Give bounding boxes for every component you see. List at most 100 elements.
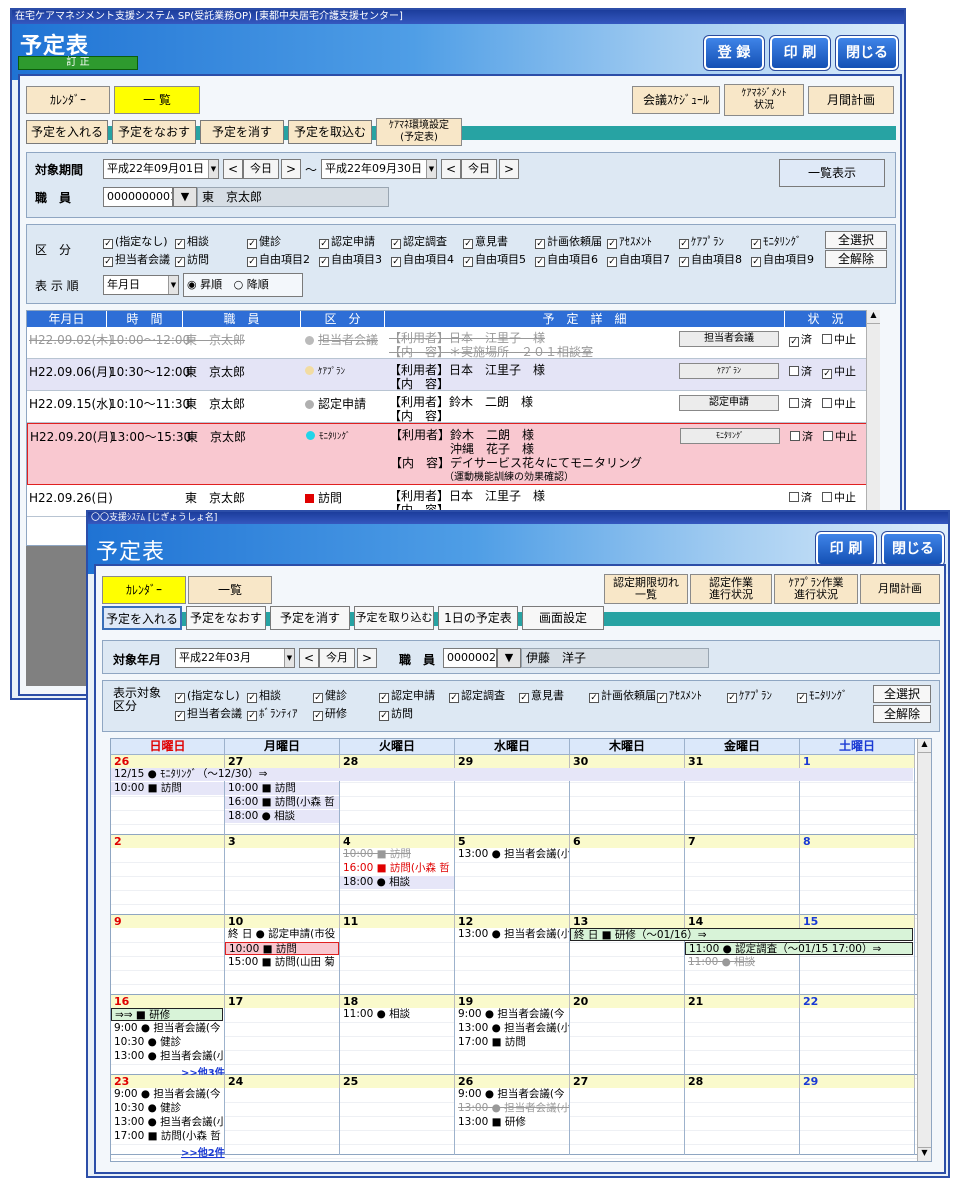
cancel-checkbox[interactable]: 中止 [822, 333, 856, 346]
calendar-scrollbar[interactable]: ▲ ▼ [917, 739, 931, 1161]
category-checkbox[interactable]: ✓ 自由項目7 [607, 251, 670, 267]
done-checkbox[interactable]: ✓ 済 [789, 333, 812, 347]
category-checkbox[interactable]: ✓ 自由項目5 [463, 251, 526, 267]
done-checkbox[interactable]: 済 [790, 430, 813, 443]
category-checkbox[interactable]: ✓ 計画依頼届 [535, 233, 602, 249]
import-schedule-button[interactable]: 予定を取り込む [354, 606, 434, 630]
clear-all-button[interactable]: 全解除 [825, 250, 887, 268]
calendar-event[interactable]: 17:00 ■ 訪問(小森 哲 [111, 1130, 224, 1143]
more-events-link[interactable]: >>他2件 [181, 1144, 225, 1159]
done-checkbox[interactable]: 済 [789, 365, 812, 378]
desc-radio[interactable]: ○ 降順 [234, 278, 269, 291]
month-select[interactable]: 平成22年03月 ▼ [175, 648, 295, 668]
print-button[interactable]: 印 刷 [769, 35, 831, 71]
done-checkbox[interactable]: 済 [789, 491, 812, 504]
close-button[interactable]: 閉じる [881, 531, 945, 567]
calendar-event[interactable]: 13:00 ● 担当者会議(小 [111, 1050, 224, 1063]
category-checkbox[interactable]: ✓ 自由項目8 [679, 251, 742, 267]
period-from-select[interactable]: 平成22年09月01日 ▼ [103, 159, 219, 179]
tab-calendar[interactable]: ｶﾚﾝﾀﾞｰ [102, 576, 186, 604]
category-checkbox[interactable]: ✓ 相談 [175, 233, 209, 249]
category-checkbox[interactable]: ✓ 自由項目9 [751, 251, 814, 267]
calendar-event[interactable]: 終 日 ● 認定申請(市役 [225, 928, 339, 941]
add-schedule-button[interactable]: 予定を入れる [26, 120, 108, 144]
category-checkbox[interactable]: ✓ 意見書 [463, 233, 508, 249]
calendar-event[interactable]: 13:00 ■ 研修 [455, 1116, 569, 1129]
tab-monthly-plan[interactable]: 月間計画 [860, 574, 940, 604]
multi-day-event[interactable]: 11:00 ● 認定調査（～01/15 17:00）⇒ [685, 942, 913, 955]
cancel-checkbox[interactable]: 中止 [822, 491, 856, 504]
category-detail-button[interactable]: 認定申請 [679, 395, 779, 411]
cancel-checkbox[interactable]: 中止 [822, 397, 856, 410]
table-row[interactable]: H22.09.06(月) 10:30～12:00 東 京太郎 ｹｱﾌﾟﾗﾝ 【利用者】日… [27, 359, 867, 391]
category-checkbox[interactable]: ✓ 意見書 [519, 687, 564, 703]
scroll-down-icon[interactable]: ▼ [918, 1147, 931, 1161]
calendar-event[interactable]: 13:00 ● 担当者会議(小 [455, 1022, 569, 1035]
table-row[interactable]: H22.09.02(木) 10:00～12:00 東 京太郎 担当者会議 【利用者】日本… [27, 327, 867, 359]
period-to-prev-button[interactable]: < [441, 159, 461, 179]
staff-code-field[interactable]: 0000000001 [103, 187, 173, 207]
category-checkbox[interactable]: ✓ 認定調査 [449, 687, 505, 703]
calendar-event[interactable]: 17:00 ■ 訪問 [455, 1036, 569, 1049]
edit-schedule-button[interactable]: 予定をなおす [186, 606, 266, 630]
calendar-event[interactable]: 10:30 ● 健診 [111, 1036, 224, 1049]
month-next-button[interactable]: > [357, 648, 377, 668]
calendar-event[interactable]: 13:00 ● 担当者会議(小 [455, 1102, 569, 1115]
select-all-button[interactable]: 全選択 [873, 685, 931, 703]
sort-select[interactable]: 年月日 ▼ [103, 275, 179, 295]
cancel-checkbox[interactable]: 中止 [823, 430, 857, 443]
category-checkbox[interactable]: ✓ (指定なし) [175, 687, 240, 703]
delete-schedule-button[interactable]: 予定を消す [200, 120, 284, 144]
calendar-event[interactable]: 11:00 ● 相談 [340, 1008, 454, 1021]
category-checkbox[interactable]: ✓ 相談 [247, 687, 281, 703]
table-row[interactable]: H22.09.20(月) 13:00～15:30 東 京太郎 ﾓﾆﾀﾘﾝｸﾞ 【利用者】… [27, 423, 867, 485]
tab-list[interactable]: 一 覧 [114, 86, 200, 114]
multi-day-event[interactable]: 12/15 ● ﾓﾆﾀﾘﾝｸﾞ（～12/30）⇒ [111, 768, 913, 781]
category-detail-button[interactable]: ﾓﾆﾀﾘﾝｸﾞ [680, 428, 780, 444]
add-schedule-button[interactable]: 予定を入れる [102, 606, 182, 630]
tab-calendar[interactable]: ｶﾚﾝﾀﾞｰ [26, 86, 110, 114]
edit-schedule-button[interactable]: 予定をなおす [112, 120, 196, 144]
calendar-event[interactable]: 15:00 ■ 訪問(山田 菊 [225, 956, 339, 969]
calendar-event[interactable]: 18:00 ● 相談 [225, 810, 339, 823]
register-button[interactable]: 登 録 [703, 35, 765, 71]
calendar-event[interactable]: 9:00 ● 担当者会議(今 [455, 1088, 569, 1101]
list-display-button[interactable]: 一覧表示 [779, 159, 885, 187]
category-checkbox[interactable]: ✓ ｹｱﾌﾟﾗﾝ [679, 233, 724, 249]
category-checkbox[interactable]: ✓ 自由項目2 [247, 251, 310, 267]
category-checkbox[interactable]: ✓ 認定申請 [379, 687, 435, 703]
tab-list[interactable]: 一覧 [188, 576, 272, 604]
period-from-today-button[interactable]: 今日 [243, 159, 279, 179]
category-checkbox[interactable]: ✓ 計画依頼届 [589, 687, 656, 703]
staff-code-field[interactable]: 00000020 [443, 648, 497, 668]
category-checkbox[interactable]: ✓ 訪問 [175, 251, 209, 267]
period-to-today-button[interactable]: 今日 [461, 159, 497, 179]
close-button[interactable]: 閉じる [835, 35, 899, 71]
month-prev-button[interactable]: < [299, 648, 319, 668]
select-all-button[interactable]: 全選択 [825, 231, 887, 249]
asc-radio[interactable]: ◉ 昇順 [187, 278, 222, 291]
category-checkbox[interactable]: ✓ 訪問 [379, 705, 413, 721]
tab-monthly-plan[interactable]: 月間計画 [808, 86, 894, 114]
calendar-event[interactable]: 18:00 ● 相談 [340, 876, 454, 889]
tab-cert-progress[interactable]: 認定作業 進行状況 [690, 574, 772, 604]
calendar-event[interactable]: 11:00 ● 相談 [685, 956, 799, 969]
calendar-event[interactable]: 10:00 ■ 訪問 [340, 848, 454, 861]
category-checkbox[interactable]: ✓ 健診 [313, 687, 347, 703]
scroll-up-icon[interactable]: ▲ [867, 310, 880, 324]
category-checkbox[interactable]: ✓ (指定なし) [103, 233, 168, 249]
scroll-up-icon[interactable]: ▲ [918, 739, 931, 753]
tab-careplan-progress[interactable]: ｹｱﾌﾟﾗﾝ作業 進行状況 [774, 574, 858, 604]
multi-day-event[interactable]: ⇒⇒ ■ 研修 [111, 1008, 223, 1021]
calendar-event[interactable]: 13:00 ● 担当者会議(小 [111, 1116, 224, 1129]
period-from-prev-button[interactable]: < [223, 159, 243, 179]
category-checkbox[interactable]: ✓ 自由項目4 [391, 251, 454, 267]
caremgr-settings-button[interactable]: ｹｱﾏﾈ環境設定 (予定表) [376, 118, 462, 146]
category-checkbox[interactable]: ✓ 担当者会議 [175, 705, 242, 721]
period-from-next-button[interactable]: > [281, 159, 301, 179]
category-detail-button[interactable]: ｹｱﾌﾟﾗﾝ [679, 363, 779, 379]
category-checkbox[interactable]: ✓ ｹｱﾌﾟﾗﾝ [727, 687, 772, 703]
cancel-checkbox[interactable]: ✓ 中止 [822, 365, 856, 379]
calendar-event[interactable]: 10:30 ● 健診 [111, 1102, 224, 1115]
calendar-event[interactable]: 10:00 ■ 訪問 [111, 782, 224, 795]
